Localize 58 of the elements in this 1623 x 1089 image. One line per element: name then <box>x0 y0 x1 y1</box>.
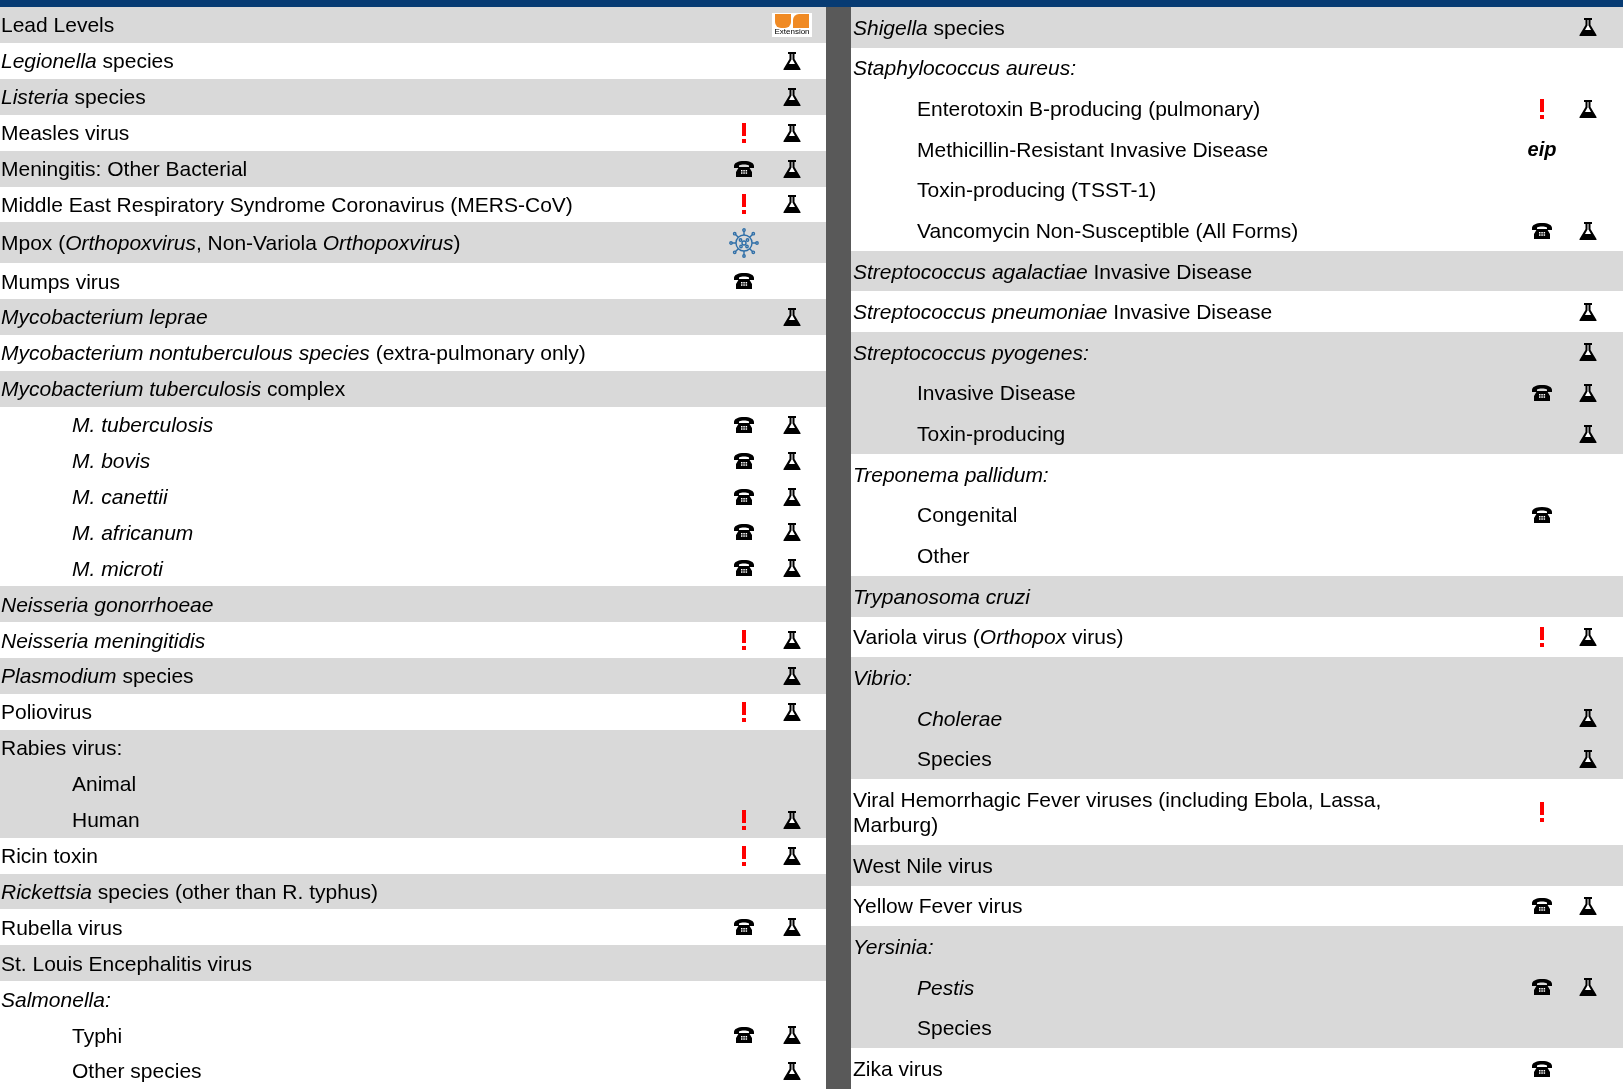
condition-name: Toxin-producing <box>916 421 1067 447</box>
condition-name: Vancomycin Non-Susceptible (All Forms) <box>916 217 1300 244</box>
condition-name: Middle East Respiratory Syndrome Coronavirus (MERS-CoV) <box>0 191 574 218</box>
condition-name: Yersinia: <box>852 934 935 960</box>
condition-name: Rickettsia species (other than R. typhus) <box>0 878 379 905</box>
condition-name: Rubella virus <box>0 914 124 940</box>
condition-name: Ricin toxin <box>0 843 99 869</box>
condition-name: Mycobacterium nontuberculous species (extra-pulmonary only) <box>0 340 587 366</box>
condition-name: Measles virus <box>0 120 131 146</box>
condition-name: Toxin-producing (TSST-1) <box>916 177 1158 203</box>
condition-name: Salmonella: <box>0 986 112 1012</box>
condition-name: Enterotoxin B-producing (pulmonary) <box>916 96 1262 122</box>
condition-name: Streptococcus pyogenes: <box>852 339 1090 366</box>
condition-name: Neisseria meningitidis <box>0 627 207 653</box>
condition-name: M. microti <box>71 555 165 581</box>
condition-name: Invasive Disease <box>916 380 1077 406</box>
condition-name: Neisseria gonorrhoeae <box>0 591 215 617</box>
eip-label: eip <box>1527 137 1557 161</box>
condition-name: Staphylococcus aureus: <box>852 55 1077 81</box>
condition-name: St. Louis Encephalitis virus <box>0 950 253 976</box>
condition-name: Plasmodium species <box>0 663 195 689</box>
condition-name: M. tuberculosis <box>71 412 215 438</box>
condition-name: Streptococcus pneumoniae Invasive Disease <box>852 299 1274 325</box>
condition-name: Cholerae <box>916 705 1004 731</box>
condition-name: Species <box>916 1015 993 1041</box>
condition-name: Shigella species <box>852 14 1006 40</box>
condition-name: Mycobacterium leprae <box>0 304 209 330</box>
condition-name: Yellow Fever virus <box>852 893 1024 919</box>
condition-name: Rabies virus: <box>0 735 124 761</box>
condition-name: Species <box>916 746 993 772</box>
condition-name: Mpox (Orthopoxvirus, Non-Variola Orthopoxvirus) <box>0 230 462 256</box>
condition-name: Treponema pallidum: <box>852 461 1050 487</box>
condition-name: Lead Levels <box>0 12 116 38</box>
condition-name: Trypanosoma cruzi <box>852 583 1032 609</box>
condition-name: Other species <box>71 1058 203 1084</box>
condition-name: M. bovis <box>71 448 152 474</box>
condition-name: Pestis <box>916 974 976 1000</box>
condition-name: West Nile virus <box>852 852 994 878</box>
condition-name: Human <box>71 807 141 833</box>
condition-name: Listeria species <box>0 84 147 110</box>
condition-name: Other <box>916 543 971 569</box>
condition-name: Mycobacterium tuberculosis complex <box>0 376 347 402</box>
condition-name: Methicillin-Resistant Invasive Disease <box>916 136 1270 162</box>
condition-name: Streptococcus agalactiae Invasive Disease <box>852 258 1254 284</box>
condition-name: Poliovirus <box>0 699 94 725</box>
condition-name: Typhi <box>71 1022 124 1048</box>
condition-name: M. africanum <box>71 519 195 546</box>
condition-name: M. canettii <box>71 483 169 510</box>
condition-name: Vibrio: <box>852 664 914 691</box>
condition-name: Zika virus <box>852 1055 944 1082</box>
extension-logo: Extension <box>772 12 812 37</box>
condition-name: Meningitis: Other Bacterial <box>0 156 249 182</box>
condition-name: Mumps virus <box>0 268 122 294</box>
condition-name: Viral Hemorrhagic Fever viruses (including Ebola, Lassa, Marburg) <box>852 786 1383 838</box>
condition-name: Variola virus (Orthopox virus) <box>852 624 1125 650</box>
condition-name: Legionella species <box>0 48 175 74</box>
condition-name: Animal <box>71 771 138 797</box>
condition-name: Congenital <box>916 502 1019 528</box>
